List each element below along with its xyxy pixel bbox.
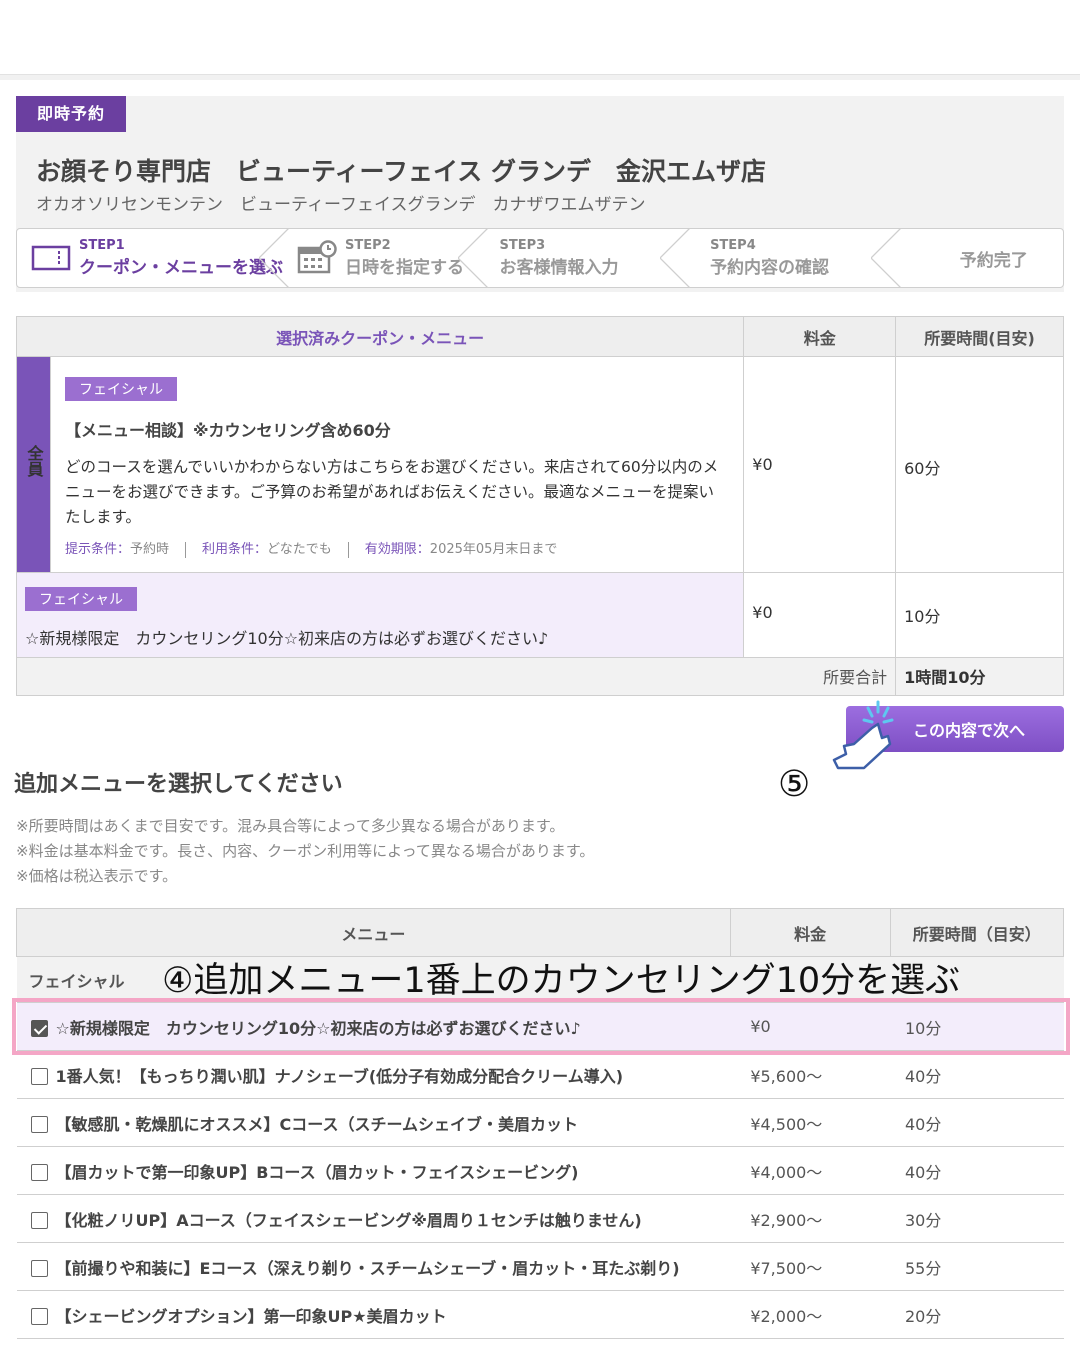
time-header: 所要時間（目安） bbox=[889, 908, 1064, 957]
category-tag: フェイシャル bbox=[25, 586, 137, 611]
shop-name: お顔そり専門店 ビューティーフェイス グランデ 金沢エムザ店 bbox=[36, 157, 766, 186]
menu-option-name: ☆新規様限定 カウンセリング10分☆初来店の方は必ずお選びください♪ bbox=[55, 1018, 581, 1038]
step-number: STEP3 bbox=[499, 238, 546, 253]
menu-title: ☆新規様限定 カウンセリング10分☆初来店の方は必ずお選びください♪ bbox=[25, 628, 549, 648]
total-value: 1時間10分 bbox=[895, 656, 1064, 696]
menu-option-name: 【前撮りや和装に】Eコース（深えり剃り・スチームシェーブ・眉カット・耳たぶ剃り) bbox=[55, 1258, 680, 1278]
step-number: STEP1 bbox=[79, 238, 125, 253]
shop-kana: オカオソリセンモンテン ビューティーフェイスグランデ カナザワエムザテン bbox=[36, 195, 646, 215]
coupon-time: 60分 bbox=[895, 356, 1064, 573]
step-number: STEP4 bbox=[710, 238, 756, 253]
menu-option-price: ¥4,000～ bbox=[730, 1146, 890, 1195]
step-label: 予約完了 bbox=[959, 250, 1028, 271]
selected-menu-header: 選択済みクーポン・メニュー bbox=[15, 316, 745, 357]
time-header: 所要時間(目安) bbox=[895, 316, 1064, 357]
menu-option-name: 【眉カットで第一印象UP】Bコース（眉カット・フェイスシェービング) bbox=[55, 1162, 579, 1182]
category-tag: フェイシャル bbox=[64, 377, 177, 401]
annotation-step-4: ④追加メニュー1番上のカウンセリング10分を選ぶ bbox=[162, 961, 961, 1001]
step-label: 日時を指定する bbox=[345, 258, 464, 278]
menu-option-time: 40分 bbox=[890, 1098, 1064, 1147]
menu-option-row[interactable]: 【眉カットで第一印象UP】Bコース（眉カット・フェイスシェービング) ¥4,00… bbox=[16, 1146, 1064, 1195]
checkbox[interactable] bbox=[30, 1115, 48, 1133]
menu-header: メニュー bbox=[16, 908, 731, 957]
selected-coupon-row: 全員 フェイシャル 【メニュー相談】※カウンセリング含め60分 どのコースを選ん… bbox=[16, 356, 1064, 573]
top-divider bbox=[0, 74, 1080, 80]
checkbox[interactable] bbox=[30, 1163, 48, 1181]
menu-time: 10分 bbox=[895, 571, 1064, 658]
coupon-description: どのコースを選んでいいかわからない方はこちらをお選びください。来店されて60分以… bbox=[64, 458, 719, 526]
coupon-icon bbox=[31, 241, 71, 275]
menu-option-row[interactable]: 【シェービングオプション】第一印象UP★美眉カット ¥2,000～ 20分 bbox=[16, 1290, 1064, 1339]
menu-option-time: 55分 bbox=[890, 1242, 1064, 1291]
menu-option-name: 【敏感肌・乾燥肌にオススメ】Cコース（スチームシェイブ・美眉カット bbox=[55, 1114, 578, 1134]
menu-option-time: 40分 bbox=[890, 1146, 1064, 1195]
instant-booking-badge: 即時予約 bbox=[16, 96, 126, 132]
price-header: 料金 bbox=[729, 908, 891, 957]
step-label: 予約内容の確認 bbox=[710, 258, 830, 278]
checkbox-checked[interactable] bbox=[30, 1019, 48, 1037]
checkbox[interactable] bbox=[30, 1067, 48, 1085]
step-3: STEP3 お客様情報入力 bbox=[482, 228, 690, 288]
step-label: クーポン・メニューを選ぶ bbox=[79, 258, 283, 278]
step-4: STEP4 予約内容の確認 bbox=[684, 228, 901, 288]
note-line: ※価格は税込表示です。 bbox=[16, 867, 178, 885]
booking-steps: STEP1 クーポン・メニューを選ぶ STEP2 日時を指定する STEP3 お… bbox=[16, 228, 1064, 288]
step-complete: 予約完了 bbox=[895, 229, 1063, 287]
menu-option-price: ¥2,000～ bbox=[730, 1290, 890, 1339]
coupon-conditions: 提示条件：予約時 利用条件：どなたでも 有効期限：2025年05月末日まで bbox=[64, 541, 558, 558]
menu-option-row[interactable]: 【敏感肌・乾燥肌にオススメ】Cコース（スチームシェイブ・美眉カット ¥4,500… bbox=[16, 1098, 1064, 1147]
coupon-title: 【メニュー相談】※カウンセリング含め60分 bbox=[64, 421, 391, 440]
checkbox[interactable] bbox=[30, 1211, 48, 1229]
note-line: ※料金は基本料金です。長さ、内容、クーポン利用等によって異なる場合があります。 bbox=[16, 842, 595, 860]
menu-option-price: ¥7,500～ bbox=[730, 1242, 890, 1291]
menu-option-time: 10分 bbox=[890, 1002, 1064, 1051]
menu-option-row[interactable]: 【前撮りや和装に】Eコース（深えり剃り・スチームシェーブ・眉カット・耳たぶ剃り)… bbox=[16, 1242, 1064, 1291]
menu-option-name: 1番人気！【もっちり潤い肌】ナノシェーブ(低分子有効成分配合クリーム導入) bbox=[55, 1066, 624, 1086]
coupon-price: ¥0 bbox=[743, 356, 897, 573]
note-line: ※所要時間はあくまで目安です。混み具合等によって多少異なる場合があります。 bbox=[16, 817, 565, 835]
additional-notes: ※所要時間はあくまで目安です。混み具合等によって多少異なる場合があります。 ※料… bbox=[16, 814, 594, 889]
menu-option-price: ¥0 bbox=[730, 1002, 890, 1051]
menu-option-row[interactable]: 【化粧ノリUP】Aコース（フェイスシェービング※眉周り１センチは触りません) ¥… bbox=[16, 1194, 1064, 1243]
total-label: 所要合計 bbox=[15, 656, 897, 696]
step-1: STEP1 クーポン・メニューを選ぶ bbox=[17, 228, 289, 288]
price-header: 料金 bbox=[743, 316, 897, 357]
step-number: STEP2 bbox=[345, 238, 391, 253]
menu-option-time: 20分 bbox=[890, 1290, 1064, 1339]
menu-option-price: ¥5,600～ bbox=[730, 1050, 890, 1099]
calendar-clock-icon bbox=[297, 240, 337, 275]
menu-option-time: 30分 bbox=[890, 1194, 1064, 1243]
checkbox[interactable] bbox=[30, 1307, 48, 1325]
menu-price: ¥0 bbox=[743, 571, 897, 658]
step-label: お客様情報入力 bbox=[499, 258, 619, 278]
menu-option-price: ¥2,900～ bbox=[730, 1194, 890, 1243]
selected-menu-table: 選択済みクーポン・メニュー 料金 所要時間(目安) 全員 フェイシャル 【メニュ… bbox=[15, 316, 1064, 696]
menu-option-time: 40分 bbox=[890, 1050, 1064, 1099]
additional-menu-title: 追加メニューを選択してください bbox=[14, 772, 343, 797]
menu-option-row[interactable]: ☆新規様限定 カウンセリング10分☆初来店の方は必ずお選びください♪ ¥0 10… bbox=[16, 1002, 1064, 1051]
annotation-step-5: ⑤ bbox=[778, 764, 811, 805]
total-row: 所要合計 1時間10分 bbox=[15, 656, 1064, 696]
step-2: STEP2 日時を指定する bbox=[283, 228, 488, 288]
pointer-cursor-icon bbox=[828, 698, 898, 778]
menu-option-price: ¥4,500～ bbox=[730, 1098, 890, 1147]
target-label: 全員 bbox=[16, 356, 51, 573]
selected-menu-row: フェイシャル ☆新規様限定 カウンセリング10分☆初来店の方は必ずお選びください… bbox=[15, 571, 1064, 658]
checkbox[interactable] bbox=[30, 1259, 48, 1277]
menu-option-name: 【シェービングオプション】第一印象UP★美眉カット bbox=[55, 1306, 447, 1326]
menu-option-row[interactable]: 1番人気！【もっちり潤い肌】ナノシェーブ(低分子有効成分配合クリーム導入) ¥5… bbox=[16, 1050, 1064, 1099]
menu-option-name: 【化粧ノリUP】Aコース（フェイスシェービング※眉周り１センチは触りません) bbox=[55, 1210, 642, 1230]
